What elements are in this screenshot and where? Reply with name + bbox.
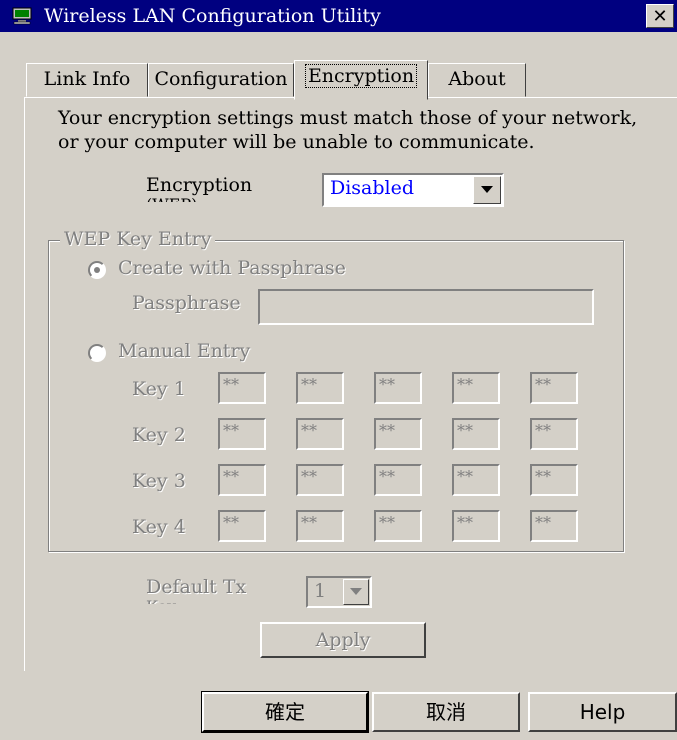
key-2-label: Key 2	[132, 424, 186, 446]
apply-button[interactable]: Apply	[260, 622, 426, 658]
key-1-field-3[interactable]: **	[374, 372, 422, 404]
chevron-down-icon	[350, 588, 362, 595]
encryption-label: Encryption (WEP)	[146, 174, 252, 202]
tab-label: Encryption	[304, 64, 418, 88]
tab-configuration[interactable]: Configuration	[148, 63, 294, 97]
key-4-field-4[interactable]: **	[452, 510, 500, 542]
default-tx-select-value: 1	[314, 580, 327, 602]
key-3-field-3[interactable]: **	[374, 464, 422, 496]
key-2-field-4[interactable]: **	[452, 418, 500, 450]
tab-label: About	[448, 68, 506, 90]
close-button[interactable]: ✕	[646, 4, 674, 28]
help-button[interactable]: Help	[528, 692, 677, 732]
intro-line-2: or your computer will be unable to commu…	[58, 131, 535, 153]
cancel-button[interactable]: 取消	[372, 692, 520, 732]
default-tx-label-line2: Key	[146, 598, 246, 604]
title-bar: Wireless LAN Configuration Utility ✕	[0, 0, 677, 32]
key-2-field-5[interactable]: **	[530, 418, 578, 450]
key-3-field-4[interactable]: **	[452, 464, 500, 496]
encryption-label-line2: (WEP)	[146, 196, 252, 202]
encryption-select-value: Disabled	[330, 177, 415, 199]
tab-about[interactable]: About	[428, 63, 526, 97]
key-2-field-2[interactable]: **	[296, 418, 344, 450]
tab-link-info[interactable]: Link Info	[26, 63, 148, 97]
window-title: Wireless LAN Configuration Utility	[44, 5, 381, 27]
encryption-select[interactable]: Disabled	[322, 173, 504, 207]
manual-entry-radio[interactable]	[88, 344, 106, 362]
key-3-field-5[interactable]: **	[530, 464, 578, 496]
key-4-field-5[interactable]: **	[530, 510, 578, 542]
ok-button[interactable]: 確定	[201, 691, 369, 733]
tab-label: Configuration	[154, 68, 288, 90]
close-icon: ✕	[652, 6, 668, 27]
wep-group-title: WEP Key Entry	[60, 228, 216, 250]
key-3-field-2[interactable]: **	[296, 464, 344, 496]
network-computer-icon	[12, 7, 32, 25]
tab-label: Link Info	[43, 68, 131, 90]
chevron-down-icon	[481, 186, 493, 193]
manual-entry-label: Manual Entry	[118, 340, 251, 362]
key-3-label: Key 3	[132, 470, 186, 492]
default-tx-label-line1: Default Tx	[146, 576, 247, 598]
create-passphrase-label: Create with Passphrase	[118, 257, 346, 279]
encryption-dropdown-button[interactable]	[473, 176, 501, 204]
key-1-field-5[interactable]: **	[530, 372, 578, 404]
key-2-field-3[interactable]: **	[374, 418, 422, 450]
key-1-field-1[interactable]: **	[218, 372, 266, 404]
key-2-field-1[interactable]: **	[218, 418, 266, 450]
key-1-label: Key 1	[132, 378, 186, 400]
radio-selected-dot	[94, 267, 100, 273]
encryption-label-line1: Encryption	[146, 174, 253, 196]
default-tx-label: Default Tx Key	[146, 576, 246, 604]
key-4-label: Key 4	[132, 516, 186, 538]
default-tx-dropdown-button[interactable]	[343, 579, 369, 605]
key-4-field-1[interactable]: **	[218, 510, 266, 542]
intro-line-1: Your encryption settings must match thos…	[58, 107, 638, 129]
tab-encryption[interactable]: Encryption	[294, 60, 428, 100]
key-4-field-2[interactable]: **	[296, 510, 344, 542]
passphrase-label: Passphrase	[132, 292, 241, 314]
default-tx-select[interactable]: 1	[306, 576, 372, 608]
key-4-field-3[interactable]: **	[374, 510, 422, 542]
passphrase-input[interactable]	[258, 289, 594, 325]
key-1-field-4[interactable]: **	[452, 372, 500, 404]
key-1-field-2[interactable]: **	[296, 372, 344, 404]
create-passphrase-radio[interactable]	[88, 261, 106, 279]
key-3-field-1[interactable]: **	[218, 464, 266, 496]
